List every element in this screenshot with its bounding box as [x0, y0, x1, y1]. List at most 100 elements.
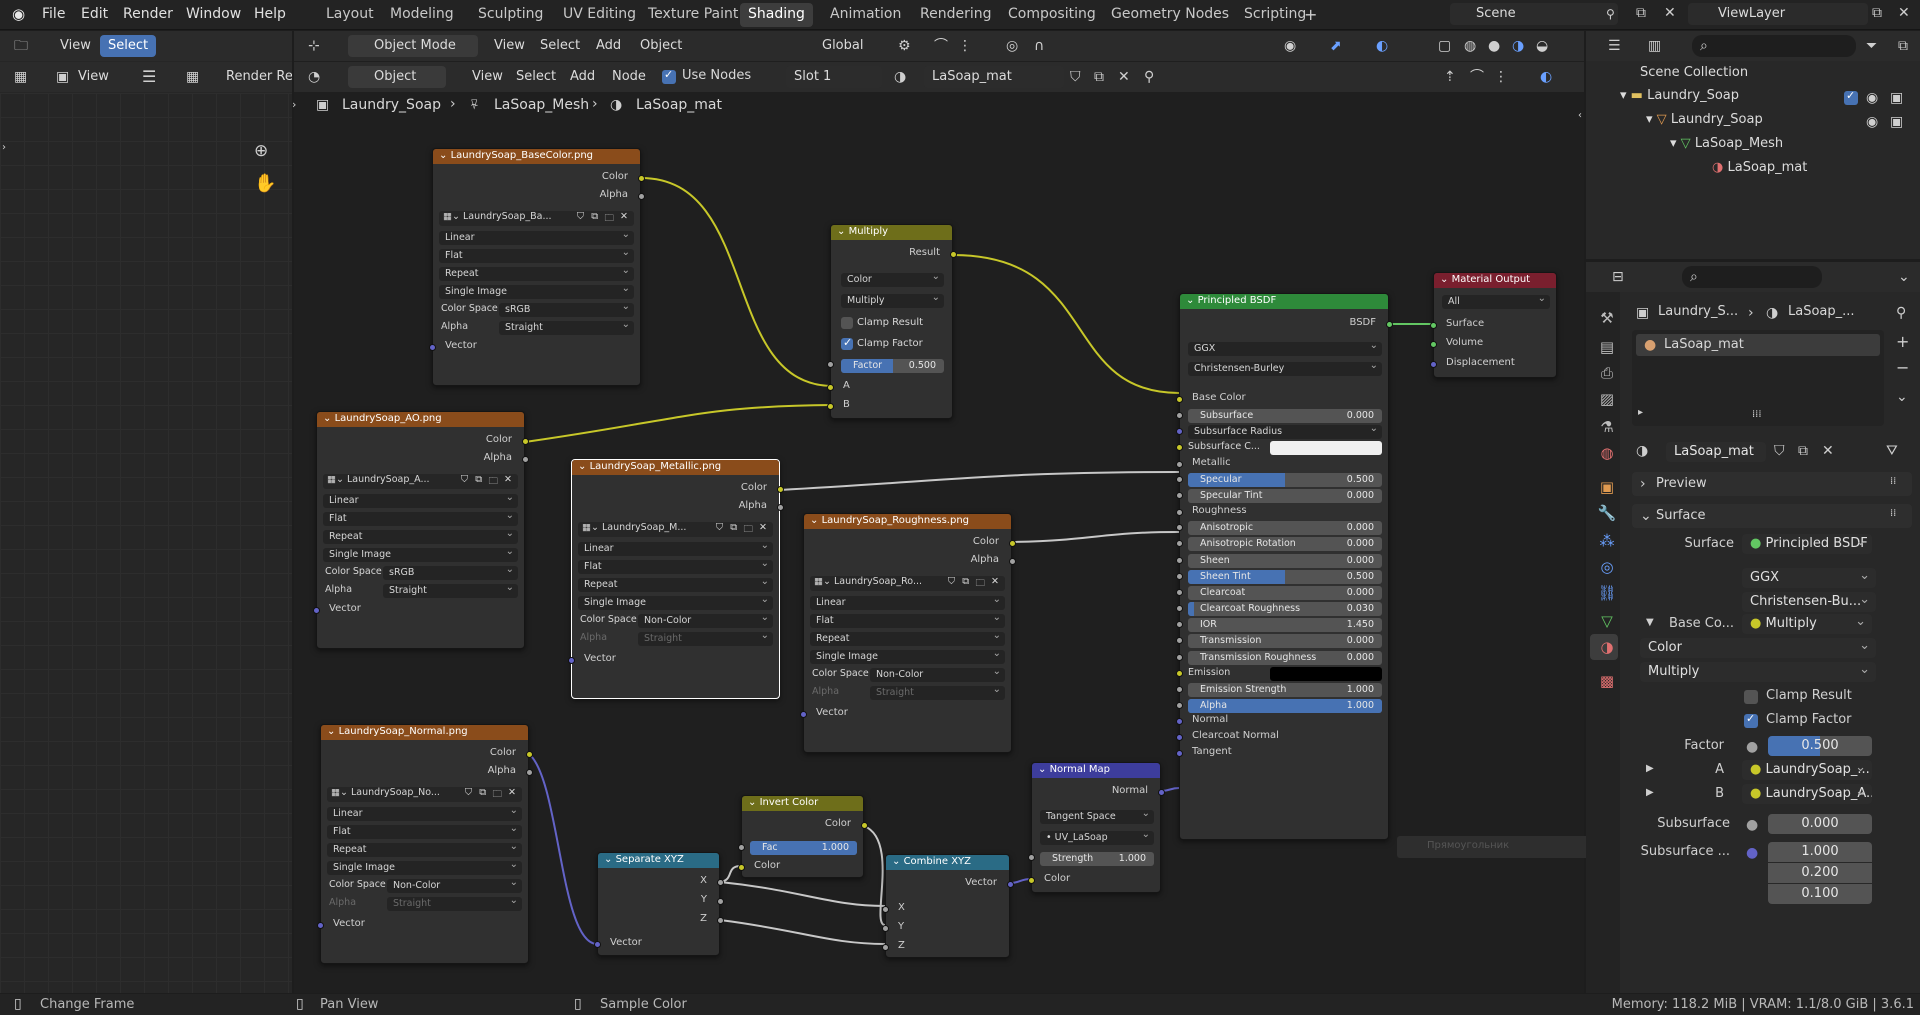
unlink-icon[interactable]: ✕ — [759, 522, 767, 533]
bsdf-emission-swatch[interactable] — [1270, 666, 1382, 681]
ao-projection-select[interactable]: Flat — [323, 512, 518, 526]
normal-projection-select[interactable]: Flat — [327, 825, 522, 839]
bsdf-sheen-tint-socket[interactable] — [1176, 572, 1183, 580]
duplicate-icon[interactable]: ⧉ — [479, 787, 486, 798]
material-browse-icon[interactable]: ◑ — [1636, 444, 1648, 458]
node-combine-xyz[interactable]: ⌄ Combine XYZ Vector X Y Z — [882, 854, 1014, 958]
normal-vector-in-socket[interactable] — [317, 922, 324, 929]
multiply-b-socket[interactable] — [827, 403, 834, 410]
bsdf-sheen-tint-field[interactable]: Sheen Tint 0.500 — [1188, 569, 1382, 584]
scene-tab-icon[interactable]: ⚗ — [1597, 418, 1617, 438]
resize-handle-icon[interactable]: ⁞⁞⁞ — [1752, 410, 1762, 420]
unlink-icon[interactable]: ✕ — [508, 787, 516, 798]
normal-colorspace-select[interactable]: Non-Color — [387, 879, 522, 893]
bsdf-spec-tint-field[interactable]: Specular Tint 0.000 — [1188, 489, 1382, 504]
roughness-extension-select[interactable]: Repeat — [810, 632, 1005, 646]
bsdf-metallic-socket[interactable] — [1176, 460, 1183, 468]
metallic-alpha-select[interactable]: Straight — [638, 632, 773, 646]
props-clamp-factor-checkbox[interactable] — [1744, 712, 1758, 728]
metallic-source-select[interactable]: Single Image — [578, 596, 773, 610]
normalmap-space-select[interactable]: Tangent Space — [1040, 810, 1154, 824]
basecolor-image-selector[interactable]: ▦⌄ LaundrySoap_Ba... ⛉ ⧉ 🗀 ✕ — [439, 211, 634, 226]
roughness-image-selector[interactable]: ▦⌄ LaundrySoap_Ro... ⛉ ⧉ 🗀 ✕ — [810, 576, 1005, 591]
bsdf-subsurface-color-socket[interactable] — [1176, 444, 1183, 452]
link-data-icon[interactable]: ⛛ — [1886, 444, 1898, 458]
bsdf-subsurface-radius-socket[interactable] — [1176, 428, 1183, 436]
display-mode-icon[interactable]: ▥ — [1648, 39, 1661, 53]
open-file-icon[interactable]: 🗀 — [743, 522, 753, 537]
collection-exclude-checkbox[interactable] — [1844, 89, 1858, 105]
material-slot-row[interactable]: ● LaSoap_mat — [1636, 334, 1880, 356]
options-chevron-icon[interactable]: ⌄ — [1898, 270, 1910, 284]
camera-icon[interactable]: ▣ — [1890, 91, 1903, 105]
unlink-icon[interactable]: ✕ — [991, 576, 999, 587]
properties-type-icon[interactable]: ⊟ — [1612, 270, 1624, 284]
constraints-tab-icon[interactable]: ⛓ — [1597, 584, 1617, 604]
eye-icon[interactable]: ◉ — [1866, 91, 1878, 105]
duplicate-icon[interactable]: ⧉ — [730, 522, 737, 533]
bsdf-trans-rough-field[interactable]: Transmission Roughness 0.000 — [1188, 650, 1382, 665]
bsdf-spec-tint-socket[interactable] — [1176, 492, 1183, 500]
roughness-projection-select[interactable]: Flat — [810, 614, 1005, 628]
drag-handle-icon[interactable]: ⁞⁞ — [1890, 477, 1896, 487]
multiply-factor-socket[interactable] — [827, 361, 834, 368]
bsdf-sheen-field[interactable]: Sheen 0.000 — [1188, 553, 1382, 568]
props-dtype-select[interactable]: Color — [1640, 638, 1876, 658]
unlink-icon[interactable]: ✕ — [1822, 444, 1834, 458]
node-normalmap-header[interactable]: ⌄ Normal Map — [1032, 763, 1160, 778]
object-tab-icon[interactable]: ▣ — [1597, 478, 1617, 498]
combine-z-socket[interactable] — [882, 944, 889, 951]
drag-handle-icon[interactable]: ⁞⁞ — [1890, 509, 1896, 519]
slot-menu-icon[interactable]: ⌄ — [1896, 390, 1908, 404]
basecolor-interpolation-select[interactable]: Linear — [439, 231, 634, 245]
node-combine-header[interactable]: ⌄ Combine XYZ — [886, 855, 1009, 870]
bsdf-transmission-socket[interactable] — [1176, 637, 1183, 645]
bsdf-roughness-socket[interactable] — [1176, 508, 1183, 516]
node-multiply-header[interactable]: ⌄ Multiply — [831, 225, 952, 240]
basecolor-projection-select[interactable]: Flat — [439, 249, 634, 263]
metallic-color-out-socket[interactable] — [777, 486, 784, 493]
props-radius-z-field[interactable]: 0.100 — [1768, 884, 1872, 904]
ao-interpolation-select[interactable]: Linear — [323, 494, 518, 508]
output-tab-icon[interactable]: ⎙ — [1597, 364, 1617, 384]
node-invert-color[interactable]: ⌄ Invert Color Color Fac 1.000 Color — [738, 795, 868, 878]
bsdf-distribution-select[interactable]: GGX — [1188, 342, 1382, 356]
bsdf-sheen-socket[interactable] — [1176, 556, 1183, 564]
bsdf-specular-socket[interactable] — [1176, 476, 1183, 484]
normal-alpha-select[interactable]: Straight — [387, 897, 522, 911]
expand-icon[interactable]: ▸ — [1638, 408, 1643, 418]
node-bsdf-header[interactable]: ⌄ Principled BSDF — [1180, 294, 1388, 309]
duplicate-icon[interactable]: ⧉ — [591, 211, 598, 222]
socket-dot-icon[interactable]: ● — [1746, 818, 1758, 832]
outliner-object-row[interactable]: ▾ ▽ Laundry_Soap — [1646, 112, 1763, 132]
world-tab-icon[interactable]: ◍ — [1597, 444, 1617, 464]
normal-color-out-socket[interactable] — [526, 751, 533, 758]
invert-color-socket[interactable] — [738, 864, 745, 871]
invert-out-socket[interactable] — [861, 822, 868, 829]
node-metallic-header[interactable]: ⌄ LaundrySoap_Metallic.png — [572, 460, 779, 475]
particles-tab-icon[interactable]: ⁂ — [1597, 532, 1617, 552]
surface-panel-header[interactable]: ⌄ Surface ⁞⁞ — [1632, 504, 1912, 528]
node-metallic[interactable]: ⌄ LaundrySoap_Metallic.png Color Alpha ▦… — [568, 459, 784, 699]
metallic-projection-select[interactable]: Flat — [578, 560, 773, 574]
node-ao[interactable]: ⌄ LaundrySoap_AO.png Color Alpha ▦⌄ Laun… — [313, 411, 529, 649]
roughness-alpha-select[interactable]: Straight — [870, 686, 1005, 700]
bsdf-cc-rough-socket[interactable] — [1176, 605, 1183, 613]
metallic-extension-select[interactable]: Repeat — [578, 578, 773, 592]
expand-icon[interactable]: ▶ — [1646, 764, 1654, 774]
separate-x-socket[interactable] — [717, 879, 724, 886]
socket-dot-icon[interactable]: ● — [1746, 846, 1758, 860]
normal-image-selector[interactable]: ▦⌄ LaundrySoap_No... ⛉ ⧉ 🗀 ✕ — [327, 787, 522, 802]
outliner-search-input[interactable]: ⌕ — [1692, 35, 1856, 57]
ao-vector-in-socket[interactable] — [313, 607, 320, 614]
basecolor-alpha-out-socket[interactable] — [638, 193, 645, 200]
multiply-result-socket[interactable] — [950, 251, 957, 258]
expand-icon[interactable]: ▶ — [1646, 788, 1654, 798]
render-tab-icon[interactable]: ▤ — [1597, 338, 1617, 358]
node-principled-bsdf[interactable]: ⌄ Principled BSDF BSDF GGX Christensen-B… — [1176, 293, 1393, 840]
invert-fac-socket[interactable] — [738, 844, 745, 851]
invert-fac-field[interactable]: Fac 1.000 — [750, 841, 857, 855]
pin-icon[interactable]: ⚲ — [1896, 306, 1906, 320]
bsdf-emission-strength-field[interactable]: Emission Strength 1.000 — [1188, 682, 1382, 697]
bsdf-sss-method-select[interactable]: Christensen-Burley — [1188, 362, 1382, 376]
